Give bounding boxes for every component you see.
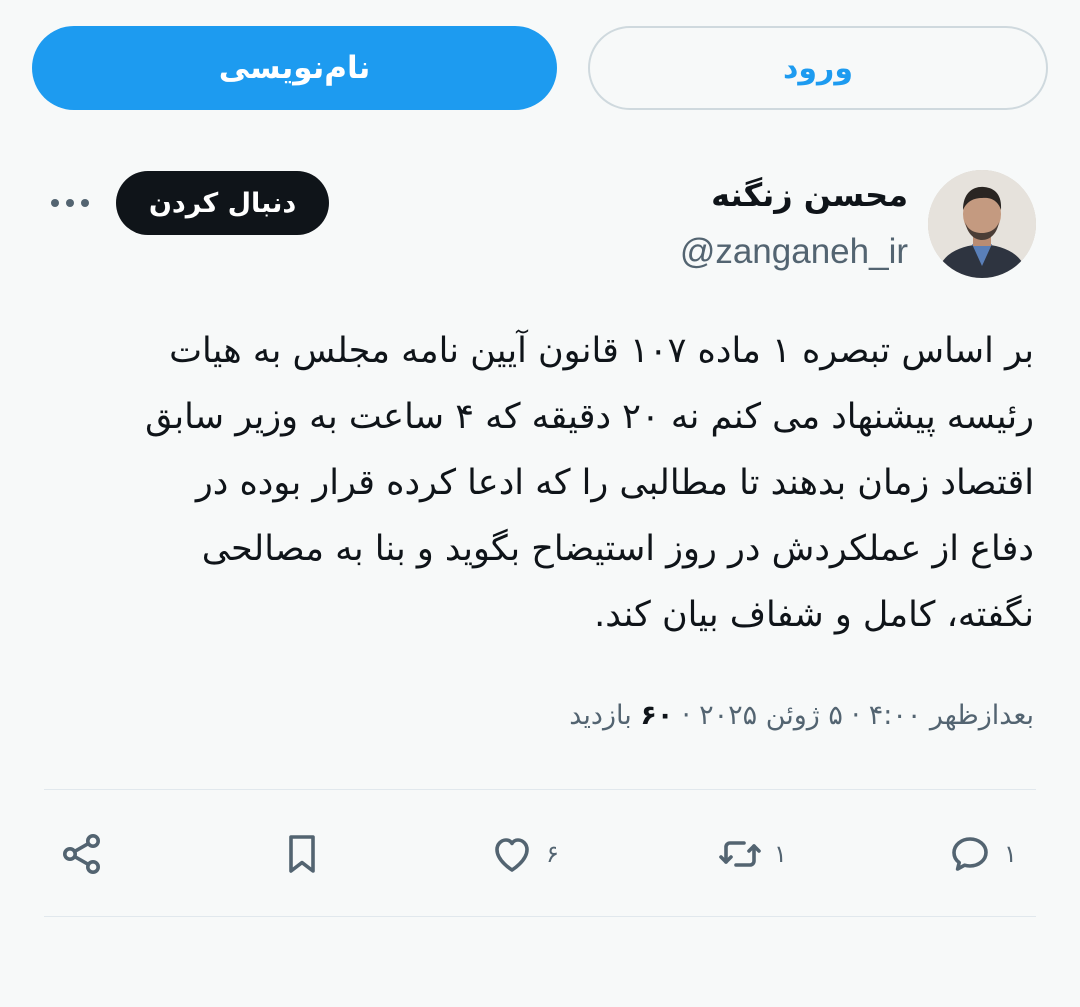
divider [44,916,1036,917]
retweet-action[interactable]: ۱ [716,828,787,880]
tweet-meta: بعدازظهر ۴:۰۰ · ۵ ژوئن ۲۰۲۵ · ۶۰ بازدید [569,700,1034,731]
tweet-line: بر اساس تبصره ۱ ماده ۱۰۷ قانون آیین نامه… [169,331,1034,371]
more-dots-icon[interactable] [48,188,92,218]
author-handle[interactable]: @zanganeh_ir [680,232,908,272]
retweet-count: ۱ [774,840,787,868]
tweet-text: بر اساس تبصره ۱ ماده ۱۰۷ قانون آیین نامه… [44,318,1034,648]
meta-separator: · [681,700,691,731]
tweet-line: رئیسه پیشنهاد می کنم نه ۲۰ دقیقه که ۴ سا… [145,397,1034,437]
tweet-line: اقتصاد زمان بدهند تا مطالبی را که ادعا ک… [195,463,1034,503]
like-count: ۶ [546,840,559,868]
heart-icon [495,838,529,872]
tweet-time[interactable]: بعدازظهر ۴:۰۰ [869,700,1034,731]
reply-count: ۱ [1004,840,1017,868]
bookmark-action[interactable] [278,828,326,880]
tweet-line: نگفته، کامل و شفاف بیان کند. [594,595,1034,635]
follow-button[interactable]: دنبال کردن [116,171,329,235]
tweet-line: دفاع از عملکردش در روز استیضاح بگوید و ب… [201,529,1034,569]
login-button[interactable]: ورود [588,26,1048,110]
share-icon [63,834,100,874]
avatar-photo [928,170,1036,278]
author-name[interactable]: محسن زنگنه [711,176,908,214]
reply-action[interactable]: ۱ [946,828,1017,880]
meta-separator: · [851,700,861,731]
signup-button[interactable]: نام‌نویسی [32,26,557,110]
views-label: بازدید [569,700,632,731]
tweet-date[interactable]: ۵ ژوئن ۲۰۲۵ [699,700,843,731]
divider [44,789,1036,790]
views-count: ۶۰ [640,700,674,731]
reply-icon [952,837,988,871]
share-action[interactable] [58,828,106,880]
like-action[interactable]: ۶ [488,828,559,880]
bookmark-icon [289,835,315,873]
auth-buttons: نام‌نویسی ورود [32,26,1048,110]
avatar[interactable] [928,170,1036,278]
retweet-icon [719,841,761,867]
